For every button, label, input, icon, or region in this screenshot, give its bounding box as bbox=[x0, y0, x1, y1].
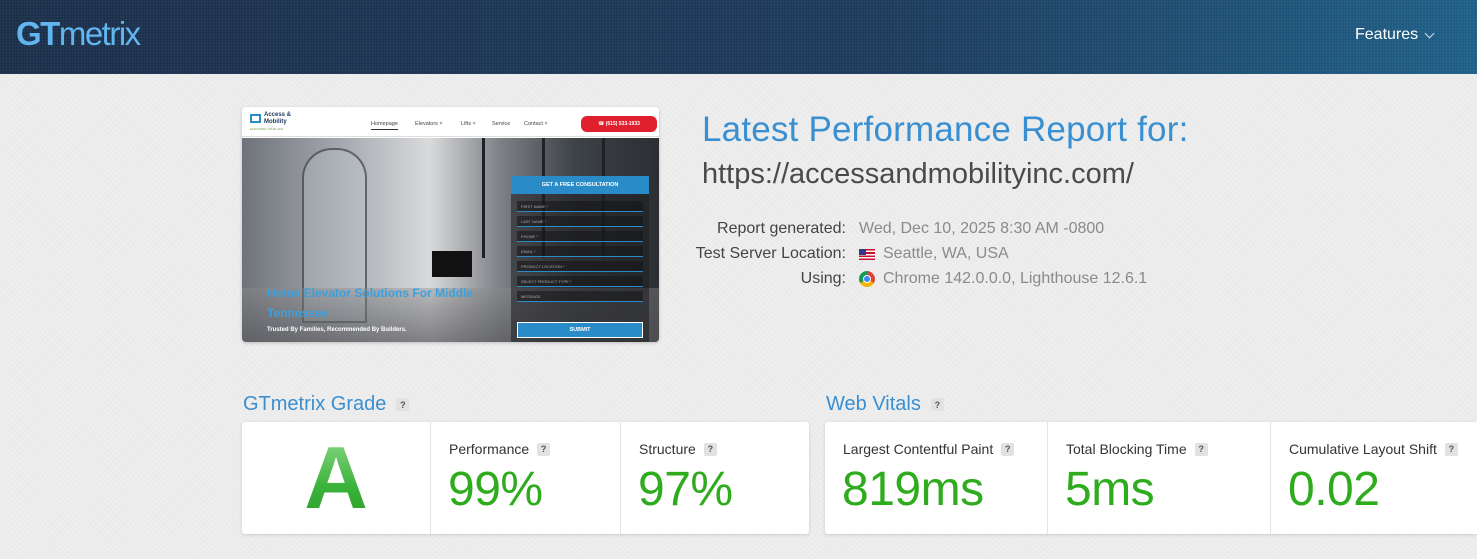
meta-value: Chrome 142.0.0.0, Lighthouse 12.6.1 bbox=[883, 270, 1148, 287]
tbt-value: 5ms bbox=[1065, 463, 1155, 516]
report-title: Latest Performance Report for: bbox=[702, 110, 1189, 149]
meta-value: Seattle, WA, USA bbox=[883, 245, 1009, 262]
performance-value: 99% bbox=[448, 463, 543, 516]
preview-form-field: PRODUCT LOCATION * bbox=[517, 261, 643, 272]
preview-consultation-form: GET A FREE CONSULTATION FIRST NAME * LAS… bbox=[511, 176, 649, 342]
help-icon[interactable]: ? bbox=[537, 442, 551, 456]
meta-test-server-location: Test Server Location: Seattle, WA, USA bbox=[640, 245, 1260, 265]
preview-subline: Trusted By Families, Recommended By Buil… bbox=[267, 327, 407, 333]
web-vitals-card: Largest Contentful Paint? 819ms Total Bl… bbox=[825, 422, 1477, 534]
meta-value-wrap: Seattle, WA, USA bbox=[859, 245, 1009, 263]
section-title-text: Web Vitals bbox=[826, 393, 921, 415]
meta-report-generated: Report generated: Wed, Dec 10, 2025 8:30… bbox=[640, 220, 1260, 240]
structure-value: 97% bbox=[638, 463, 733, 516]
cls-cell: Cumulative Layout Shift? 0.02 bbox=[1270, 422, 1477, 534]
preview-nav-elevators: Elevators ˅ bbox=[415, 121, 443, 127]
metric-label-row: Largest Contentful Paint? bbox=[843, 441, 1015, 457]
us-flag-icon bbox=[859, 248, 875, 260]
meta-label: Report generated: bbox=[717, 220, 846, 237]
meta-value-wrap: Chrome 142.0.0.0, Lighthouse 12.6.1 bbox=[859, 270, 1147, 288]
preview-logo-sub: ELEVATING YOUR LIFE bbox=[250, 127, 284, 131]
meta-value: Wed, Dec 10, 2025 8:30 AM -0800 bbox=[859, 220, 1105, 237]
help-icon[interactable]: ? bbox=[1001, 442, 1015, 456]
gtmetrix-grade-title: GTmetrix Grade ? bbox=[243, 393, 410, 416]
help-icon[interactable]: ? bbox=[396, 398, 410, 411]
meta-using: Using: Chrome 142.0.0.0, Lighthouse 12.6… bbox=[640, 270, 1260, 290]
preview-tv bbox=[432, 251, 472, 277]
meta-value-wrap: Wed, Dec 10, 2025 8:30 AM -0800 bbox=[859, 220, 1104, 238]
preview-form-field: EMAIL * bbox=[517, 246, 643, 257]
preview-headline: Home Elevator Solutions For Middle Tenne… bbox=[267, 286, 474, 320]
lcp-cell: Largest Contentful Paint? 819ms bbox=[825, 422, 1047, 534]
help-icon[interactable]: ? bbox=[703, 442, 717, 456]
help-icon[interactable]: ? bbox=[1444, 442, 1458, 456]
section-title-text: GTmetrix Grade bbox=[243, 393, 387, 415]
preview-form-field: PHONE * bbox=[517, 231, 643, 242]
preview-site-header: Access & Mobility ELEVATING YOUR LIFE Ho… bbox=[242, 107, 659, 137]
page-screenshot-preview[interactable]: Access & Mobility ELEVATING YOUR LIFE Ho… bbox=[242, 107, 659, 342]
top-navbar: GTmetrix Features bbox=[0, 0, 1477, 74]
cls-value: 0.02 bbox=[1288, 463, 1380, 516]
preview-form-field: LAST NAME * bbox=[517, 216, 643, 227]
metric-label-row: Total Blocking Time? bbox=[1066, 441, 1208, 457]
preview-nav-contact: Contact ˅ bbox=[524, 121, 548, 127]
preview-site-logo: Access & Mobility ELEVATING YOUR LIFE bbox=[250, 112, 298, 132]
report-url[interactable]: https://accessandmobilityinc.com/ bbox=[702, 158, 1134, 191]
lcp-label: Largest Contentful Paint bbox=[843, 441, 994, 457]
preview-form-field: MESSAGE bbox=[517, 291, 643, 302]
preview-form-field: SELECT PRODUCT TYPE * bbox=[517, 276, 643, 287]
performance-cell: Performance? 99% bbox=[430, 422, 620, 534]
lcp-value: 819ms bbox=[842, 463, 984, 516]
metric-label-row: Performance? bbox=[449, 441, 551, 457]
preview-window-frame bbox=[482, 138, 485, 258]
preview-nav-service: Service bbox=[492, 121, 511, 127]
structure-label: Structure bbox=[639, 441, 696, 457]
site-logo-icon bbox=[250, 114, 261, 123]
tbt-cell: Total Blocking Time? 5ms bbox=[1047, 422, 1270, 534]
gtmetrix-logo[interactable]: GTmetrix bbox=[16, 15, 141, 53]
help-icon[interactable]: ? bbox=[1194, 442, 1208, 456]
meta-label: Using: bbox=[800, 270, 846, 287]
grade-letter: A bbox=[304, 428, 368, 527]
chrome-icon bbox=[859, 271, 875, 287]
grade-cell: A bbox=[242, 422, 430, 534]
preview-nav-homepage: Homepage bbox=[371, 121, 398, 130]
web-vitals-title: Web Vitals ? bbox=[826, 393, 944, 416]
metric-label-row: Cumulative Layout Shift? bbox=[1289, 441, 1458, 457]
preview-nav-lifts: Lifts ˅ bbox=[461, 121, 476, 127]
cls-label: Cumulative Layout Shift bbox=[1289, 441, 1437, 457]
features-menu-label: Features bbox=[1355, 26, 1419, 43]
preview-logo-text: Access & Mobility bbox=[264, 112, 292, 125]
performance-label: Performance bbox=[449, 441, 530, 457]
structure-cell: Structure? 97% bbox=[620, 422, 809, 534]
preview-form-title: GET A FREE CONSULTATION bbox=[511, 176, 649, 194]
chevron-down-icon bbox=[1424, 28, 1435, 38]
preview-phone-button: ☎ (615) 533-1933 bbox=[581, 116, 657, 132]
meta-label: Test Server Location: bbox=[695, 245, 846, 262]
metric-label-row: Structure? bbox=[639, 441, 717, 457]
preview-submit-button: SUBMIT bbox=[517, 322, 643, 338]
grade-badge: A bbox=[242, 422, 430, 534]
gtmetrix-grade-card: A Performance? 99% Structure? 97% bbox=[242, 422, 809, 534]
help-icon[interactable]: ? bbox=[930, 398, 944, 411]
tbt-label: Total Blocking Time bbox=[1066, 441, 1187, 457]
preview-form-field: FIRST NAME * bbox=[517, 201, 643, 212]
features-menu[interactable]: Features bbox=[1355, 26, 1435, 44]
